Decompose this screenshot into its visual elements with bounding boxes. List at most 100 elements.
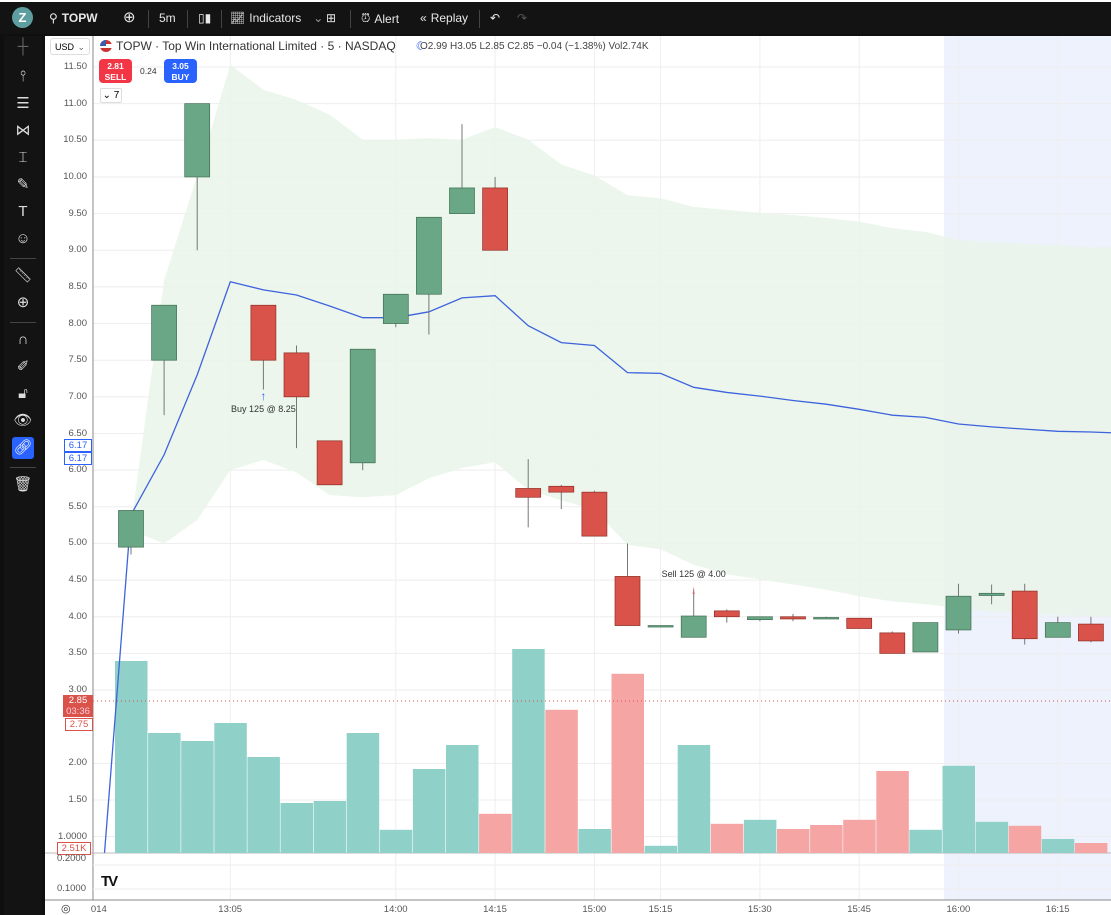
sell-button[interactable]: 2.81 SELL [99, 59, 132, 83]
sell-label: SELL [104, 72, 127, 82]
candle-body [151, 304, 177, 361]
price-tick-label: 7.50 [68, 354, 88, 366]
volume-bar [909, 829, 942, 853]
candle-body [1011, 590, 1038, 640]
arrow-up-icon: ↑ [260, 388, 267, 403]
volume-bar [379, 829, 413, 853]
volume-bar [1008, 825, 1042, 853]
volume-bar [743, 819, 777, 853]
price-tick-label: 6.50 [68, 427, 88, 439]
volume-bar [214, 723, 247, 853]
settings-icon[interactable]: ◎ [61, 902, 71, 915]
us-flag-icon [100, 40, 112, 52]
candle-body [1078, 623, 1104, 642]
candle-body [250, 304, 277, 361]
candle-body [747, 616, 773, 621]
volume-bar [412, 769, 446, 853]
candle-body [382, 293, 409, 324]
candle-body [978, 592, 1005, 596]
symbol-title[interactable]: TOPW · Top Win International Limited · 5… [116, 39, 396, 53]
volume-bar [247, 757, 280, 853]
volume-bar [148, 733, 181, 853]
price-tick-label: 9.50 [68, 207, 88, 219]
price-tick-label: 9.00 [68, 244, 88, 256]
candle-body [879, 632, 906, 654]
volume-bar [843, 819, 876, 853]
candle-body [614, 576, 641, 626]
price-tick-label: 4.00 [68, 610, 88, 622]
volume-bar [810, 825, 843, 853]
currency-select[interactable]: USD ⌄ [50, 38, 90, 55]
volume-bar [446, 745, 479, 853]
price-tick-label: 11.50 [63, 61, 87, 72]
candle-body [780, 616, 806, 620]
spread-value: 0.24 [140, 66, 157, 76]
candle-body [316, 440, 343, 486]
candle-body [515, 488, 542, 498]
time-tick-label: 15:30 [747, 904, 772, 915]
volume-bar [611, 673, 644, 853]
price-tick-label: 10.50 [63, 134, 87, 146]
price-tick-label: 11.00 [63, 97, 87, 109]
time-tick-label: 16:15 [1045, 904, 1070, 915]
time-tick-label: 15:45 [847, 904, 871, 915]
sell-price: 2.81 [107, 61, 124, 71]
volume-bar [1041, 839, 1075, 853]
volume-bar [115, 661, 148, 853]
volume-bar [181, 741, 214, 853]
candle-body [713, 610, 740, 618]
buy-label: BUY [171, 72, 190, 82]
time-tick-label: 13:05 [218, 904, 243, 915]
chart-canvas[interactable] [0, 0, 1111, 915]
chart-legend: TOPW · Top Win International Limited · 5… [100, 39, 426, 53]
time-tick-label: 16:00 [946, 904, 971, 915]
volume-bar [479, 813, 512, 853]
price-tick-label: 2.00 [68, 757, 88, 769]
volume-bar [777, 829, 810, 853]
ohlc-values: O2.99 H3.05 L2.85 C2.85 −0.04 (−1.38%) V… [420, 41, 649, 52]
volume-bar [942, 765, 975, 853]
volume-bar [578, 829, 611, 853]
price-tick-label: 1.0000 [57, 830, 87, 842]
price-tick-label: 8.00 [68, 317, 88, 329]
candle-body [680, 615, 707, 638]
candle-body [846, 617, 873, 629]
volume-bar [512, 649, 545, 853]
candle-body [548, 485, 575, 493]
sub-tick-label: 0.2000 [56, 853, 86, 864]
last-price-tag: 2.85 03:36 [63, 695, 93, 717]
price-tick-label: 7.00 [68, 390, 88, 402]
candle-body [349, 348, 376, 464]
candle-body [184, 103, 211, 178]
tradingview-logo[interactable]: TV [101, 873, 118, 890]
candle-body [647, 625, 674, 628]
low-price-tag: 2.75 [65, 718, 93, 731]
volume-bar [313, 801, 347, 853]
price-tick-label: 5.00 [68, 537, 88, 549]
volume-bar [975, 821, 1009, 853]
price-tick-label: 4.50 [68, 574, 88, 586]
price-tick-label: 10.00 [63, 170, 87, 182]
time-tick-label: 14:00 [383, 904, 408, 915]
chevron-down-icon: ⌄ [77, 42, 85, 52]
candle-body [482, 187, 508, 251]
buy-button[interactable]: 3.05 BUY [164, 59, 197, 83]
candle-body [118, 510, 144, 548]
candle-body [581, 491, 608, 537]
candle-body [945, 595, 972, 631]
volume-bar [280, 803, 313, 853]
candle-body [416, 216, 442, 295]
candle-body [449, 187, 475, 214]
indicator-collapse-button[interactable]: ⌄ 7 [100, 88, 122, 103]
time-tick-label: 014 [90, 904, 107, 915]
price-tick-label: 8.50 [68, 280, 88, 292]
sub-tick-label: 0.1000 [56, 883, 86, 894]
arrow-down-icon: ↓ [690, 582, 697, 597]
volume-bar [677, 745, 711, 853]
price-tick-label: 5.50 [68, 500, 88, 512]
price-tick-label: 3.00 [68, 684, 88, 696]
volume-bar [710, 823, 744, 853]
volume-bar [876, 771, 909, 853]
bar-countdown: 03:36 [66, 706, 90, 717]
chevron-down-icon: ⌄ [102, 90, 112, 101]
